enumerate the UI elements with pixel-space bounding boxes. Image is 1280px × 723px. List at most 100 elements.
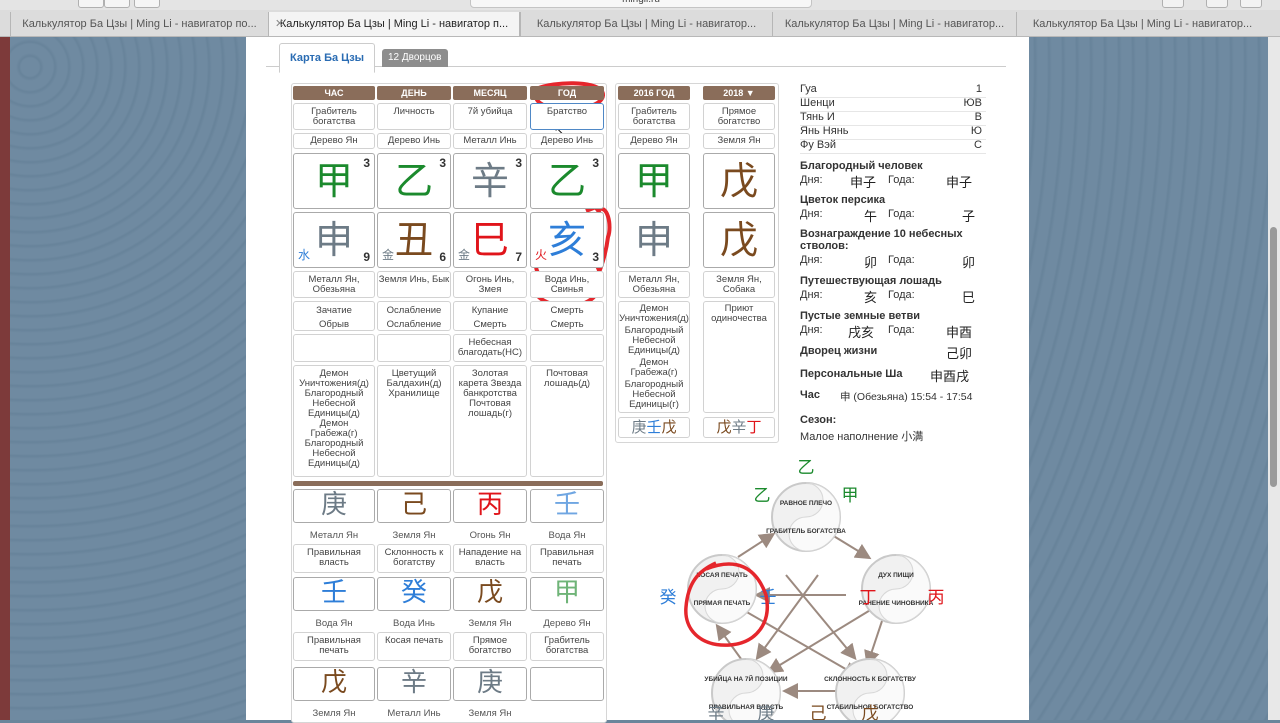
luck-stem-cell[interactable]: 甲 [618, 153, 690, 209]
browser-tab-3[interactable]: Калькулятор Ба Цзы | Ming Li - навигатор… [520, 12, 772, 36]
branch-number: 9 [363, 250, 370, 264]
scrollbar-thumb[interactable] [1270, 227, 1277, 487]
pillar-star[interactable]: Грабитель богатства [293, 103, 375, 130]
empty-title: Пустые земные ветви [800, 310, 920, 322]
luck-hidden-char: 庚 [631, 418, 647, 436]
reward-day-value: 卯 [864, 256, 878, 271]
diagram-char-bottom: 辛 [708, 704, 725, 720]
branch-element-mark: 金 [382, 248, 395, 262]
luck-sha-item: Демон Уничтожения(д) [619, 303, 689, 324]
browser-tab-4[interactable]: Калькулятор Ба Цзы | Ming Li - навигатор… [772, 12, 1016, 36]
noble-cell [293, 334, 375, 362]
node-label-top: УБИЙЦА НА 7Й ПОЗИЦИИ [704, 674, 787, 683]
branch-number: 6 [439, 250, 446, 264]
node-label-top: СКЛОННОСТЬ К БОГАТСТВУ [824, 676, 917, 683]
pillar-star[interactable]: Личность [377, 103, 451, 130]
hidden-stem[interactable]: 戊 [453, 577, 527, 611]
stem-element: Дерево Ян [293, 133, 375, 149]
diagram-nodes: РАВНОЕ ПЛЕЧО ГРАБИТЕЛЬ БОГАТСТВА ДУХ ПИЩИ Р… [687, 482, 934, 720]
horse-year-label: Года: [888, 289, 915, 301]
browser-tab-1[interactable]: Калькулятор Ба Цзы | Ming Li - навигатор… [10, 12, 268, 36]
luck-header[interactable]: 2018 ▼ [703, 86, 775, 100]
scrollbar[interactable] [1268, 37, 1280, 720]
hidden-star: Косая печать [377, 632, 451, 661]
hidden-stem[interactable] [530, 667, 604, 701]
hidden-stem[interactable]: 辛 [377, 667, 451, 701]
luck-stem-element: Земля Ян [703, 133, 775, 149]
downloads-button[interactable] [1162, 0, 1184, 8]
branch-desc: Вода Инь, Свинья [530, 271, 604, 298]
peach-title: Цветок персика [800, 194, 886, 206]
tabs-button[interactable] [1240, 0, 1262, 8]
stem-element: Металл Инь [453, 133, 527, 149]
tab-bazi-chart[interactable]: Карта Ба Цзы [279, 43, 376, 73]
browser-tab-2[interactable]: ✕ Калькулятор Ба Цзы | Ming Li - навигато… [268, 12, 520, 36]
forward-button[interactable] [104, 0, 130, 8]
stem-cell[interactable]: 乙3 [530, 153, 604, 209]
back-button[interactable] [78, 0, 104, 8]
node-label-bottom: ГРАБИТЕЛЬ БОГАТСТВА [766, 528, 846, 535]
luck-branch-cell[interactable]: 戊 [703, 212, 775, 268]
branch-cell[interactable]: 巳7金 [453, 212, 527, 268]
luck-branch-char: 申 [634, 218, 673, 262]
hidden-stem[interactable]: 己 [377, 489, 451, 523]
url-bar[interactable]: mingli.ru [470, 0, 812, 8]
stem-cell[interactable]: 辛3 [453, 153, 527, 209]
branch-cell[interactable]: 亥3火 [530, 212, 604, 268]
growth-cell: Купание Смерть [453, 301, 527, 331]
hidden-stem[interactable]: 癸 [377, 577, 451, 611]
pillar-star[interactable]: Братство [530, 103, 604, 130]
hidden-stem[interactable]: 庚 [293, 489, 375, 523]
pillar-header: ГОД [530, 86, 604, 100]
luck-stem-cell[interactable]: 戊 [703, 153, 775, 209]
luck-sha-item: Демон Грабежа(г) [630, 357, 678, 378]
personal-sha-title: Персональные Ша [800, 368, 903, 380]
browser-tab-5[interactable]: Калькулятор Ба Цзы | Ming Li - навигатор… [1016, 12, 1268, 36]
horse-year-value: 巳 [962, 291, 976, 306]
hidden-stem[interactable]: 戊 [293, 667, 375, 701]
luck-branch-char: 戊 [719, 218, 758, 262]
palace-title: Дворец жизни [800, 345, 878, 357]
growth-a: Ослабление [386, 305, 442, 316]
branch-cell[interactable]: 申9水 [293, 212, 375, 268]
branch-element-mark: 金 [458, 248, 471, 262]
noble-cell: Небесная благодать(НС) [453, 334, 527, 362]
share-button[interactable] [1206, 0, 1228, 8]
luck-stem-char: 甲 [634, 159, 673, 203]
info-tyan-i: Тянь ИВ [800, 111, 986, 126]
info-yan-nyan: Янь Нянь Ю [800, 125, 986, 140]
peach-year-value: 子 [962, 210, 976, 225]
hidden-stem[interactable]: 甲 [530, 577, 604, 611]
hidden-stem[interactable]: 庚 [453, 667, 527, 701]
diagram-char: 乙 [754, 486, 771, 506]
close-icon[interactable]: ✕ [275, 12, 284, 36]
growth-b: Смерть [473, 319, 507, 330]
hidden-star: Нападение на власть [453, 544, 527, 573]
growth-b: Обрыв [319, 319, 349, 330]
stem-number: 3 [439, 156, 446, 170]
branch-element-mark: 水 [298, 248, 311, 262]
info-panel: Гуа 1 Шенци ЮВ Тянь ИВ Янь Нянь Ю Фу Вэй С Б… [800, 83, 990, 443]
ten-gods-diagram: РАВНОЕ ПЛЕЧО ГРАБИТЕЛЬ БОГАТСТВА ДУХ ПИЩИ Р… [660, 458, 945, 720]
pillar-header: ДЕНЬ [377, 86, 451, 100]
luck-header[interactable]: 2016 ГОД [618, 86, 690, 100]
empty-day-label: Дня: [800, 324, 823, 336]
stem-cell[interactable]: 乙3 [377, 153, 451, 209]
stem-number: 3 [515, 156, 522, 170]
luck-branch-cell[interactable]: 申 [618, 212, 690, 268]
luck-hidden-char: 壬 [646, 418, 662, 436]
diagram-node-top: РАВНОЕ ПЛЕЧО ГРАБИТЕЛЬ БОГАТСТВА [766, 482, 846, 552]
diagram-char-bottom: 己 [810, 704, 827, 720]
diagram-char: 乙 [798, 458, 815, 478]
hidden-stem[interactable]: 壬 [293, 577, 375, 611]
stem-cell[interactable]: 甲3 [293, 153, 375, 209]
diagram-char: 丙 [928, 588, 945, 608]
hidden-stem[interactable]: 壬 [530, 489, 604, 523]
hidden-stem[interactable]: 丙 [453, 489, 527, 523]
tab-12-palaces[interactable]: 12 Дворцов [382, 49, 448, 67]
sidebar-button[interactable] [134, 0, 160, 8]
branch-cell[interactable]: 丑6金 [377, 212, 451, 268]
empty-day-value: 戌亥 [848, 326, 875, 341]
pillar-star[interactable]: 7й убийца [453, 103, 527, 130]
peach-year-label: Года: [888, 208, 915, 220]
